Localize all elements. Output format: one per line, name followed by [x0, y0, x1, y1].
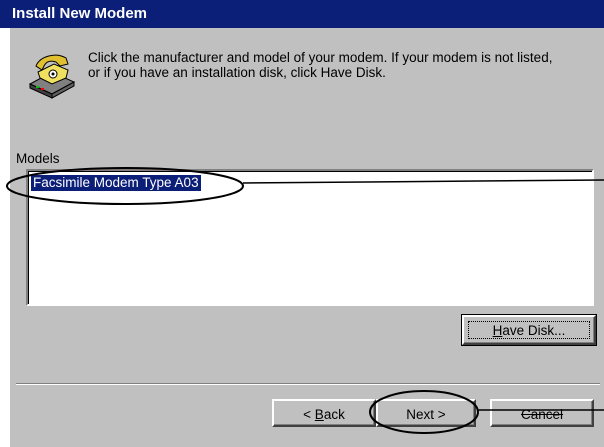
cancel-label: Cancel	[520, 407, 564, 422]
next-label: Next >	[406, 407, 446, 422]
instruction-text: Click the manufacturer and model of your…	[88, 50, 598, 80]
dialog-body: Click the manufacturer and model of your…	[10, 28, 604, 447]
cancel-button[interactable]: Cancel	[490, 399, 594, 427]
telephone-modem-icon	[28, 54, 76, 99]
instruction-line-2: or if you have an installation disk, cli…	[88, 65, 386, 80]
next-button[interactable]: Next >	[376, 399, 476, 427]
list-item-selected[interactable]: Facsimile Modem Type A03	[31, 175, 201, 191]
models-label: Models	[16, 151, 60, 166]
title-bar[interactable]: Install New Modem	[0, 0, 604, 28]
focus-rectangle	[468, 321, 590, 339]
window-title: Install New Modem	[12, 5, 148, 22]
separator-line	[16, 383, 600, 385]
have-disk-button[interactable]: Have Disk...	[461, 314, 597, 346]
instruction-line-1: Click the manufacturer and model of your…	[88, 50, 553, 65]
back-button[interactable]: < Back	[272, 399, 376, 427]
models-list[interactable]: Facsimile Modem Type A03	[26, 169, 594, 306]
back-label: < Back	[303, 407, 345, 422]
